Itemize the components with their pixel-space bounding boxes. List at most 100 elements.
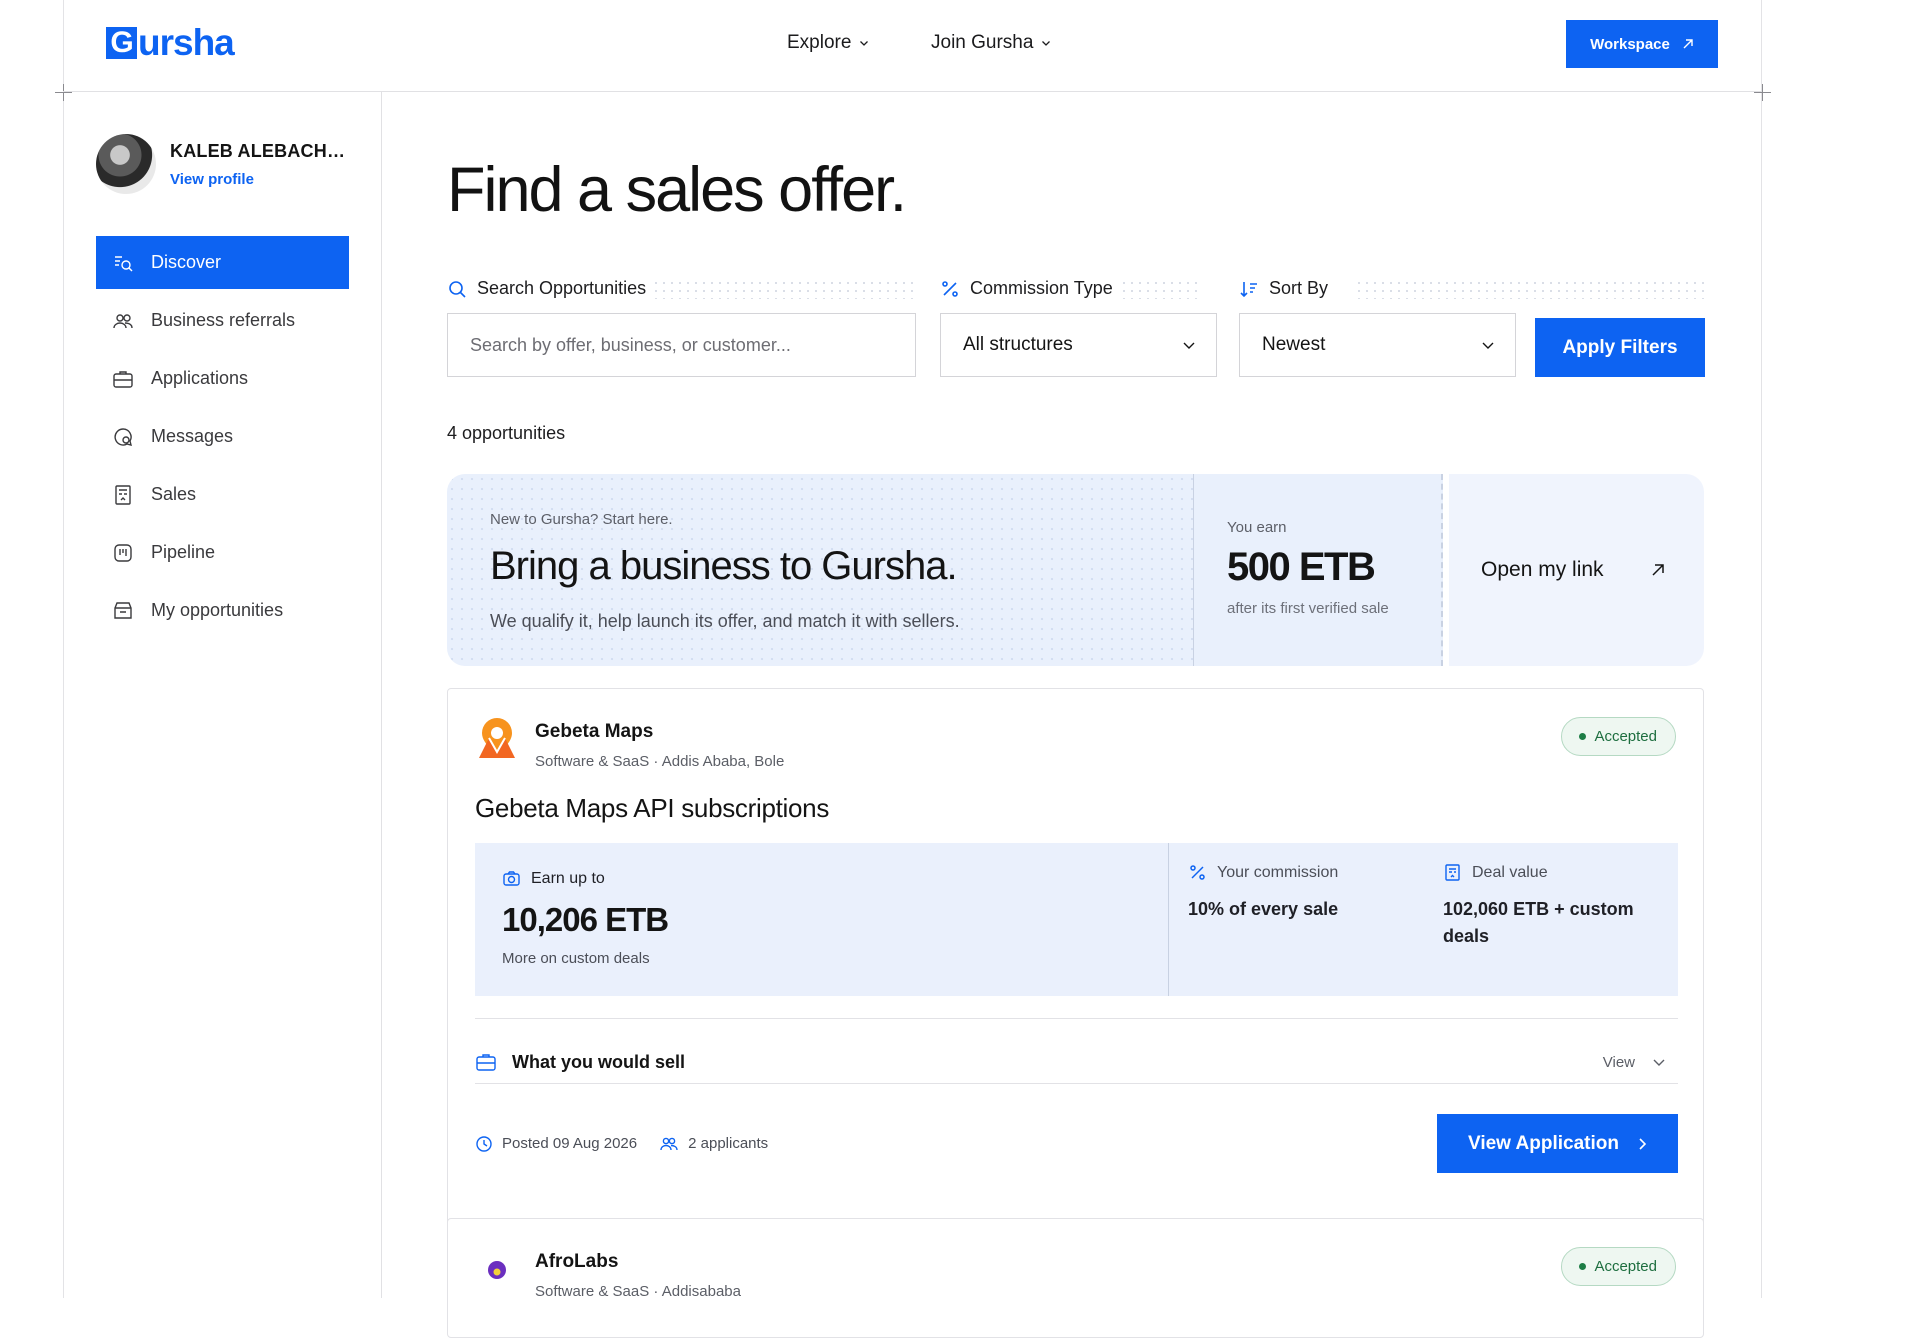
discover-icon xyxy=(115,255,133,271)
posted-date: Posted 09 Aug 2026 xyxy=(475,1135,637,1153)
view-application-label: View Application xyxy=(1468,1132,1619,1154)
percent-icon xyxy=(1190,865,1205,880)
sort-icon xyxy=(1240,281,1257,297)
commission-label: Your commission xyxy=(1188,863,1338,882)
applicants-count: 2 applicants xyxy=(659,1135,768,1153)
gursha-logo[interactable]: G ursha xyxy=(106,22,235,64)
sidebar-item-label: My opportunities xyxy=(151,600,284,620)
receipt-icon xyxy=(115,484,131,505)
nav-join-gursha[interactable]: Join Gursha xyxy=(931,32,1051,54)
divider xyxy=(475,1018,1678,1019)
sidebar-item-label: Applications xyxy=(151,368,249,388)
sidebar-item-business-referrals[interactable]: Business referrals xyxy=(96,294,349,347)
view-application-button[interactable]: View Application xyxy=(1437,1114,1678,1173)
status-dot xyxy=(1579,1263,1587,1270)
sort-filter-label: Sort By xyxy=(1239,278,1328,299)
sidebar-item-label: Discover xyxy=(151,252,222,272)
promo-earn-value: 500 ETB xyxy=(1227,545,1376,589)
applicants-count-text: 2 applicants xyxy=(688,1135,769,1152)
nav-explore[interactable]: Explore xyxy=(787,32,869,54)
open-my-link-label: Open my link xyxy=(1481,558,1604,581)
sidebar-item-messages[interactable]: Messages xyxy=(96,410,349,463)
opportunity-count: 4 opportunities xyxy=(447,423,566,443)
earn-value: 10,206 ETB xyxy=(502,901,669,938)
sell-heading: What you would sell xyxy=(475,1051,685,1073)
open-my-link-button[interactable]: Open my link xyxy=(1449,474,1704,666)
earn-section: Earn up to 10,206 ETB More on custom dea… xyxy=(475,843,1169,996)
dot-pattern xyxy=(1120,279,1202,299)
view-profile-link[interactable]: View profile xyxy=(170,171,350,188)
offer-card: Gebeta Maps Software & SaaS · Addis Abab… xyxy=(447,688,1704,1286)
briefcase-icon xyxy=(113,370,133,388)
commission-filter-label: Commission Type xyxy=(940,278,1113,299)
sidebar-item-my-opportunities[interactable]: My opportunities xyxy=(96,584,349,637)
status-dot xyxy=(1579,733,1587,740)
sidebar-item-label: Pipeline xyxy=(151,542,216,562)
search-icon xyxy=(449,280,466,298)
sell-view-text: View xyxy=(1602,1053,1635,1071)
sidebar-menu: Discover Business referrals Applications… xyxy=(96,236,349,642)
referral-promo-banner: New to Gursha? Start here. Bring a busin… xyxy=(447,474,1704,666)
afrolabs-logo xyxy=(488,1261,506,1279)
offer-footer-meta: Posted 09 Aug 2026 2 applicants xyxy=(475,1135,768,1153)
promo-earn-panel: You earn 500 ETB after its first verifie… xyxy=(1193,474,1443,666)
gebeta-maps-logo xyxy=(479,718,515,758)
earn-label: Earn up to xyxy=(502,869,605,888)
business-meta: Software & SaaS · Addisababa xyxy=(535,1283,741,1300)
kanban-icon xyxy=(114,543,132,562)
arrow-up-right-icon xyxy=(1683,39,1693,49)
avatar[interactable] xyxy=(96,134,156,194)
commission-label-text: Commission Type xyxy=(970,278,1113,298)
business-name[interactable]: AfroLabs xyxy=(535,1251,618,1273)
commission-label-text: Your commission xyxy=(1217,863,1339,881)
sidebar-item-applications[interactable]: Applications xyxy=(96,352,349,405)
sidebar-item-label: Messages xyxy=(151,426,234,446)
percent-icon xyxy=(942,280,958,297)
deal-value-label: Deal value xyxy=(1443,863,1548,882)
sell-view-action[interactable]: View xyxy=(1603,1054,1678,1071)
chevron-right-icon xyxy=(1639,1137,1647,1150)
status-badge: Accepted xyxy=(1561,1247,1676,1286)
chat-icon xyxy=(114,427,132,446)
sidebar-item-label: Sales xyxy=(151,484,197,504)
earn-subtitle: More on custom deals xyxy=(502,950,650,967)
commission-type-select[interactable]: All structures xyxy=(940,313,1217,377)
offer-title[interactable]: Gebeta Maps API subscriptions xyxy=(475,793,829,824)
commission-select-value: All structures xyxy=(963,334,1073,355)
chevron-down-icon xyxy=(860,41,869,46)
search-label-text: Search Opportunities xyxy=(477,278,647,298)
status-text: Accepted xyxy=(1594,728,1657,745)
apply-filters-button[interactable]: Apply Filters xyxy=(1535,318,1705,377)
sidebar-item-pipeline[interactable]: Pipeline xyxy=(96,526,349,579)
logo-wordmark: ursha xyxy=(138,22,235,63)
what-you-would-sell-toggle[interactable]: What you would sell View xyxy=(475,1029,1678,1095)
business-name[interactable]: Gebeta Maps xyxy=(535,721,653,743)
dot-pattern xyxy=(1355,279,1705,299)
commission-value: 10% of every sale xyxy=(1188,899,1339,919)
status-badge: Accepted xyxy=(1561,717,1676,756)
deal-value: 102,060 ETB + custom deals xyxy=(1443,899,1634,946)
top-navigation-bar xyxy=(63,0,1762,92)
divider xyxy=(475,1083,1678,1084)
search-placeholder: Search by offer, business, or customer..… xyxy=(470,334,791,355)
workspace-button[interactable]: Workspace xyxy=(1566,20,1718,68)
search-input[interactable]: Search by offer, business, or customer..… xyxy=(447,313,916,377)
chevron-down-icon xyxy=(1042,41,1051,46)
promo-earn-eyebrow: You earn xyxy=(1227,519,1287,536)
sort-by-select[interactable]: Newest xyxy=(1239,313,1516,377)
sidebar-item-label: Business referrals xyxy=(151,310,296,330)
logo-initial: G xyxy=(106,26,137,59)
nav-explore-label: Explore xyxy=(787,32,852,53)
sidebar-item-discover[interactable]: Discover xyxy=(96,236,349,289)
sort-select-value: Newest xyxy=(1262,334,1326,355)
sidebar-item-sales[interactable]: Sales xyxy=(96,468,349,521)
status-text: Accepted xyxy=(1594,1258,1657,1275)
main-content: Find a sales offer. Search Opportunities… xyxy=(382,92,1762,1338)
deal-value-label-text: Deal value xyxy=(1472,863,1548,881)
search-filter-label: Search Opportunities xyxy=(447,278,646,299)
chevron-down-icon xyxy=(1653,1059,1665,1066)
chevron-down-icon xyxy=(1183,342,1195,349)
sidebar: KALEB ALEBACHE... View profile Discover … xyxy=(63,92,382,1298)
earn-label-text: Earn up to xyxy=(531,869,605,887)
offer-earnings-panel: Earn up to 10,206 ETB More on custom dea… xyxy=(475,843,1678,996)
